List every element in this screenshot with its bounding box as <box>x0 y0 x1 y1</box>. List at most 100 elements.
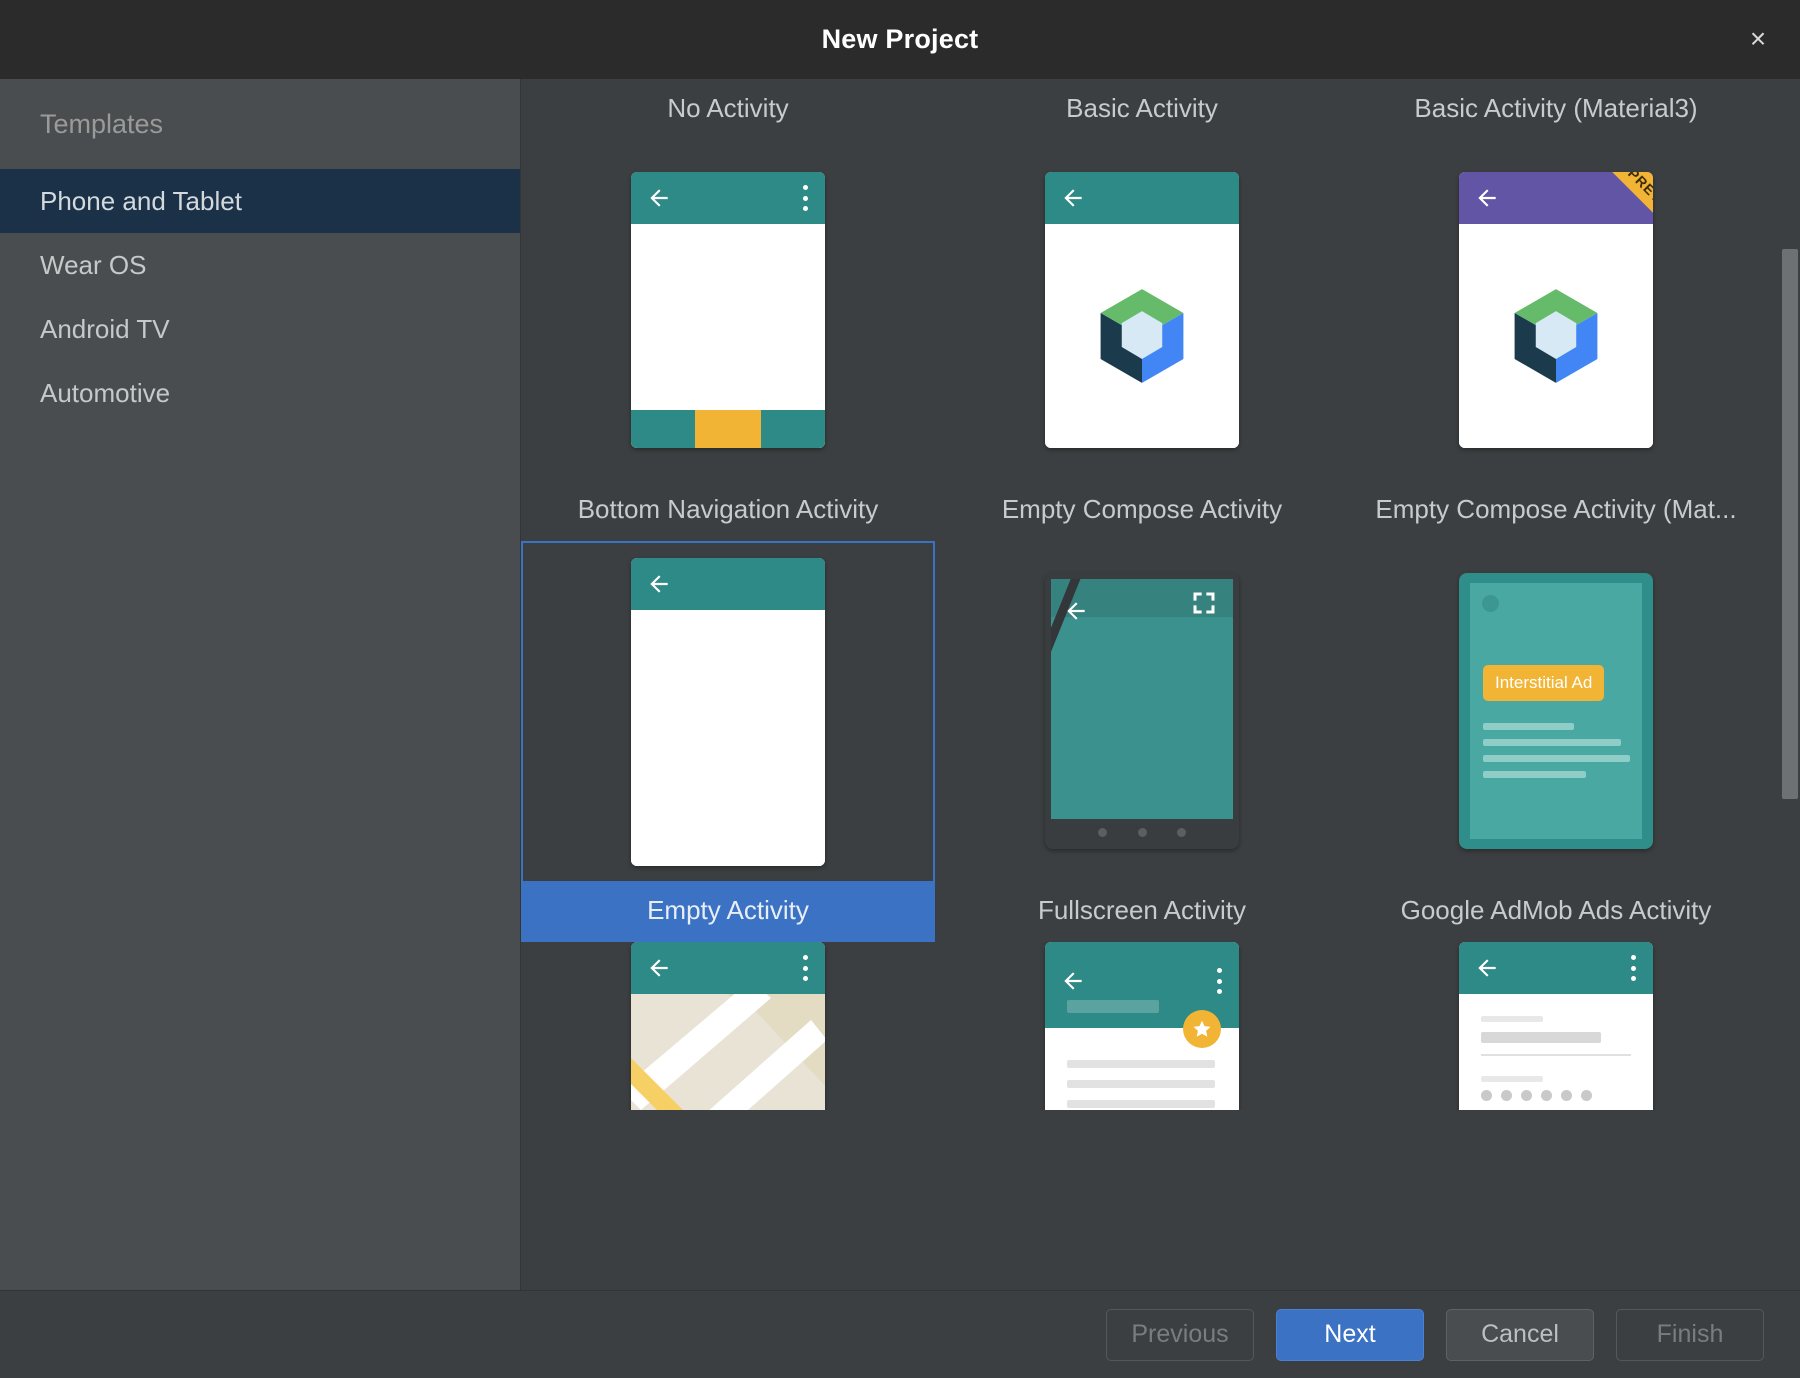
empty-activity-thumbnail[interactable] <box>521 541 935 881</box>
device-frame: Interstitial Ad <box>1459 573 1653 849</box>
gallery-scrollbar-thumb[interactable] <box>1782 249 1798 799</box>
overflow-menu-icon <box>1216 968 1222 994</box>
sidebar-item-label: Android TV <box>40 314 170 345</box>
back-arrow-icon <box>646 185 672 211</box>
template-label-selected: Empty Activity <box>521 881 935 942</box>
template-card-google-maps-activity[interactable] <box>521 942 935 1110</box>
jetpack-compose-logo-icon <box>1096 287 1188 385</box>
cancel-button[interactable]: Cancel <box>1446 1309 1594 1361</box>
content-placeholder-lines <box>1483 723 1630 787</box>
password-field[interactable] <box>1481 1090 1592 1101</box>
screen-content: Interstitial Ad <box>1470 583 1642 839</box>
username-underline <box>1481 1054 1631 1056</box>
back-arrow-icon <box>1474 185 1500 211</box>
app-bar <box>631 172 825 224</box>
star-fab-button[interactable] <box>1183 1010 1221 1048</box>
sidebar-item-android-tv[interactable]: Android TV <box>0 297 520 361</box>
overflow-menu-icon <box>1630 955 1636 981</box>
map-graphic-icon <box>631 994 825 1110</box>
device-frame <box>631 172 825 448</box>
template-card-empty-activity[interactable]: Bottom Navigation Activity Empty Activit… <box>521 480 935 942</box>
login-activity-thumbnail[interactable] <box>1349 942 1763 1110</box>
app-bar <box>1459 172 1653 224</box>
device-frame <box>631 558 825 866</box>
template-label: Empty Compose Activity <box>935 480 1349 541</box>
template-card-basic-activity[interactable]: Basic Activity <box>935 79 1349 480</box>
sidebar-item-automotive[interactable]: Automotive <box>0 361 520 425</box>
sidebar-item-label: Wear OS <box>40 250 146 281</box>
sidebar-item-phone-and-tablet[interactable]: Phone and Tablet <box>0 169 520 233</box>
sidebar-item-label: Automotive <box>40 378 170 409</box>
dialog-title: New Project <box>822 24 979 55</box>
app-bar <box>631 558 825 610</box>
interstitial-ad-badge: Interstitial Ad <box>1483 665 1604 701</box>
username-field-label <box>1481 1016 1543 1022</box>
template-label: Bottom Navigation Activity <box>521 480 935 541</box>
template-row: Bottom Navigation Activity Empty Activit… <box>521 480 1800 942</box>
google-maps-activity-thumbnail[interactable] <box>521 942 935 1110</box>
overflow-menu-icon <box>802 185 808 211</box>
back-arrow-icon <box>646 571 672 597</box>
app-bar <box>1045 172 1239 224</box>
app-bar <box>1459 942 1653 994</box>
title-placeholder <box>1067 1000 1159 1013</box>
bottom-bar <box>631 410 825 448</box>
device-frame <box>1045 172 1239 448</box>
back-arrow-icon <box>1474 955 1500 981</box>
screen-content <box>1459 994 1653 1110</box>
google-admob-ads-activity-thumbnail[interactable]: Interstitial Ad <box>1349 541 1763 881</box>
template-card-no-activity[interactable]: No Activity <box>521 79 935 480</box>
fullscreen-activity-thumbnail[interactable] <box>935 541 1349 881</box>
finish-button[interactable]: Finish <box>1616 1309 1764 1361</box>
screen-content <box>1045 224 1239 448</box>
password-field-label <box>1481 1076 1543 1082</box>
template-card-navigation-drawer-activity[interactable] <box>935 942 1349 1110</box>
sidebar-item-label: Phone and Tablet <box>40 186 242 217</box>
template-card-fullscreen-activity[interactable]: Empty Compose Activity <box>935 480 1349 942</box>
dialog-footer: Previous Next Cancel Finish <box>0 1290 1800 1378</box>
next-button[interactable]: Next <box>1276 1309 1424 1361</box>
template-card-google-admob-ads-activity[interactable]: Empty Compose Activity (Mat... Interstit… <box>1349 480 1763 942</box>
fullscreen-expand-icon <box>1189 589 1219 617</box>
jetpack-compose-logo-icon <box>1510 287 1602 385</box>
dialog-titlebar: New Project × <box>0 0 1800 79</box>
basic-activity-material3-thumbnail[interactable]: PREVIEW <box>1349 140 1763 480</box>
sidebar-item-wear-os[interactable]: Wear OS <box>0 233 520 297</box>
template-card-basic-activity-material3[interactable]: Basic Activity (Material3) <box>1349 79 1763 480</box>
device-frame: PREVIEW <box>1459 172 1653 448</box>
previous-button[interactable]: Previous <box>1106 1309 1254 1361</box>
template-label: Fullscreen Activity <box>935 881 1349 942</box>
template-card-login-activity[interactable] <box>1349 942 1763 1110</box>
close-icon[interactable]: × <box>1738 19 1778 59</box>
templates-sidebar: Templates Phone and Tablet Wear OS Andro… <box>0 79 521 1290</box>
screen-content <box>1459 224 1653 448</box>
template-row-partial <box>521 942 1800 1110</box>
template-label: No Activity <box>521 79 935 140</box>
template-grid: No Activity <box>521 79 1800 1110</box>
back-arrow-icon <box>646 955 672 981</box>
app-bar <box>631 942 825 994</box>
back-arrow-icon <box>1060 185 1086 211</box>
screen-content <box>631 610 825 866</box>
overflow-menu-icon <box>802 955 808 981</box>
template-row: No Activity <box>521 79 1800 480</box>
back-arrow-icon <box>1063 598 1089 624</box>
dialog-body: Templates Phone and Tablet Wear OS Andro… <box>0 79 1800 1290</box>
sidebar-header: Templates <box>0 79 520 169</box>
navigation-drawer-activity-thumbnail[interactable] <box>935 942 1349 1110</box>
username-field[interactable] <box>1481 1032 1601 1043</box>
device-frame <box>1459 942 1653 1110</box>
screen-content <box>1051 579 1233 819</box>
device-frame <box>631 942 825 1110</box>
back-arrow-icon <box>1060 968 1086 994</box>
template-gallery: No Activity <box>521 79 1800 1290</box>
new-project-dialog: New Project × Templates Phone and Tablet… <box>0 0 1800 1378</box>
content-placeholder-lines <box>1067 1060 1221 1110</box>
avatar-dot-icon <box>1482 595 1499 612</box>
no-activity-thumbnail[interactable] <box>521 140 935 480</box>
gallery-scrollbar-track[interactable] <box>1778 79 1800 1290</box>
star-icon <box>1192 1019 1212 1039</box>
nav-dots <box>1045 821 1239 843</box>
basic-activity-thumbnail[interactable] <box>935 140 1349 480</box>
template-label: Google AdMob Ads Activity <box>1349 881 1763 942</box>
